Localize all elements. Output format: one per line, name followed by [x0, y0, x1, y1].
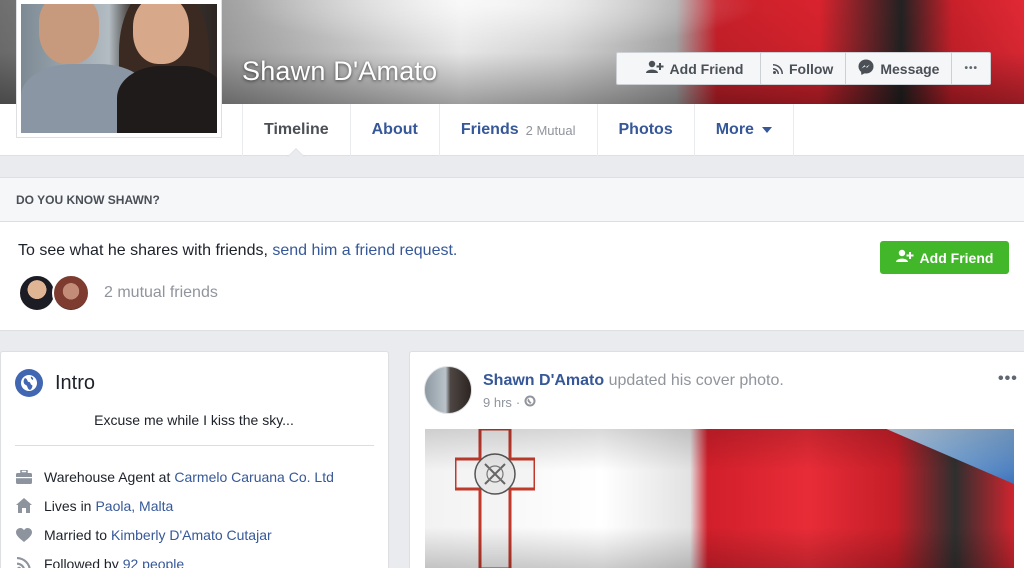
post-header: Shawn D'Amato updated his cover photo.: [483, 372, 784, 390]
intro-facts: Warehouse Agent at Carmelo Caruana Co. L…: [15, 462, 334, 568]
globe-icon: [15, 369, 43, 397]
mutual-friends-row[interactable]: 2 mutual friends: [18, 274, 218, 312]
add-friend-label: Add Friend: [919, 249, 994, 266]
privacy-public-icon[interactable]: [524, 395, 536, 410]
followers-link[interactable]: 92 people: [123, 556, 185, 568]
messenger-icon: [858, 59, 874, 78]
fact-prefix: Married to: [44, 526, 108, 543]
heart-icon: [15, 526, 33, 544]
more-dots-icon: •••: [964, 63, 978, 74]
more-options-button[interactable]: •••: [952, 53, 990, 84]
employer-link[interactable]: Carmelo Caruana Co. Ltd: [174, 469, 334, 485]
fact-prefix: Followed by: [44, 555, 119, 568]
tab-label: Photos: [618, 121, 673, 138]
follow-button[interactable]: Follow: [761, 53, 847, 84]
profile-action-group: Follow Message •••: [760, 52, 991, 85]
post-menu-button[interactable]: •••: [998, 370, 1018, 388]
message-label: Message: [880, 60, 940, 77]
fact-relationship: Married to Kimberly D'Amato Cutajar: [15, 520, 334, 549]
avatar[interactable]: [52, 274, 90, 312]
tab-photos[interactable]: Photos: [596, 104, 694, 156]
profile-name[interactable]: Shawn D'Amato: [242, 56, 437, 87]
rss-icon: [15, 555, 33, 568]
image-shade: [425, 429, 1014, 568]
avatar[interactable]: [424, 366, 472, 414]
cover-update-post: Shawn D'Amato updated his cover photo. 9…: [409, 351, 1024, 568]
mutual-count: 2 Mutual: [525, 122, 576, 138]
tab-label: About: [371, 121, 418, 138]
mutual-friends-text[interactable]: 2 mutual friends: [104, 284, 218, 302]
location-link[interactable]: Paola, Malta: [95, 498, 173, 514]
add-friend-icon: [645, 60, 664, 77]
briefcase-icon: [15, 468, 33, 486]
intro-title: Intro: [55, 371, 96, 394]
message-button[interactable]: Message: [846, 53, 953, 84]
bio-text: Excuse me while I kiss the sky...: [94, 412, 294, 428]
friend-request-link[interactable]: send him a friend request.: [272, 242, 457, 259]
tab-about[interactable]: About: [349, 104, 439, 156]
fact-prefix: Warehouse Agent at: [44, 468, 171, 485]
spouse-link[interactable]: Kimberly D'Amato Cutajar: [111, 527, 272, 543]
fact-followers: Followed by 92 people: [15, 549, 334, 568]
follow-label: Follow: [789, 60, 834, 77]
fact-prefix: Lives in: [44, 497, 92, 514]
divider: [15, 445, 374, 446]
friend-request-prompt: To see what he shares with friends, send…: [18, 242, 457, 260]
meta-separator: ·: [515, 395, 521, 410]
tab-timeline[interactable]: Timeline: [242, 104, 350, 157]
home-icon: [15, 497, 33, 515]
add-friend-label: Add Friend: [669, 60, 744, 77]
post-action-text: updated his cover photo.: [608, 372, 784, 389]
caret-down-icon: [761, 127, 772, 133]
do-you-know-panel: DO YOU KNOW SHAWN? To see what he shares…: [0, 177, 1024, 331]
post-author-name[interactable]: Shawn D'Amato: [483, 372, 604, 389]
post-timestamp[interactable]: 9 hrs: [483, 395, 512, 410]
profile-picture[interactable]: [16, 0, 222, 138]
fact-location: Lives in Paola, Malta: [15, 491, 334, 520]
add-friend-icon: [895, 249, 914, 266]
know-heading: DO YOU KNOW SHAWN?: [0, 178, 1024, 222]
prompt-text: To see what he shares with friends,: [18, 242, 268, 259]
avatar[interactable]: [18, 274, 56, 312]
add-friend-button[interactable]: Add Friend: [616, 52, 773, 85]
fact-work: Warehouse Agent at Carmelo Caruana Co. L…: [15, 462, 334, 491]
tab-label: More: [715, 121, 754, 138]
tab-more[interactable]: More: [693, 104, 794, 156]
post-cover-photo[interactable]: [425, 429, 1014, 568]
add-friend-green-button[interactable]: Add Friend: [880, 241, 1009, 274]
post-meta: 9 hrs ·: [483, 395, 536, 410]
tab-label: Friends: [460, 121, 519, 138]
rss-icon: [773, 61, 783, 77]
intro-card: Intro Excuse me while I kiss the sky... …: [0, 351, 389, 568]
tab-label: Timeline: [264, 121, 329, 138]
intro-header: Intro: [15, 369, 95, 397]
tab-friends[interactable]: Friends 2 Mutual: [438, 104, 597, 156]
profile-photo-image: [21, 4, 217, 133]
